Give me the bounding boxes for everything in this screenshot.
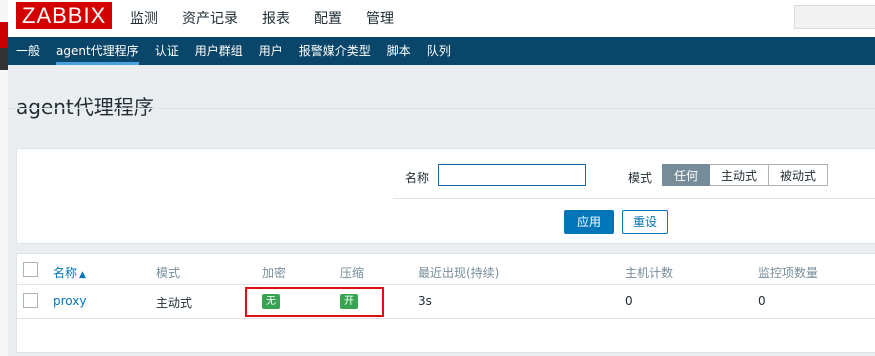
filter-panel: 名称 模式 任何 主动式 被动式 应用 重设: [16, 148, 875, 244]
reset-button[interactable]: 重设: [622, 210, 669, 234]
menu-monitoring[interactable]: 监测: [130, 6, 158, 28]
agent-item-count: 0: [758, 294, 766, 308]
submenu-user-groups[interactable]: 用户群组: [195, 37, 243, 65]
sub-menu: 一般 agent代理程序 认证 用户群组 用户 报警媒介类型 脚本 队列: [8, 37, 875, 65]
submenu-general[interactable]: 一般: [16, 37, 40, 65]
header-name-label: 名称: [53, 266, 78, 280]
left-edge-red-block: [0, 22, 8, 48]
header-name[interactable]: 名称 ▲: [53, 264, 86, 281]
mode-option-active[interactable]: 主动式: [710, 164, 770, 186]
filter-divider: [393, 198, 875, 199]
mode-option-passive[interactable]: 被动式: [769, 164, 829, 186]
agents-table: 名称 ▲ 模式 加密 压缩 最近出现(持续) 主机计数 监控项数量 proxy 主…: [16, 253, 875, 353]
agent-mode: 主动式: [156, 296, 193, 310]
submenu-agents[interactable]: agent代理程序: [56, 37, 139, 65]
apply-button[interactable]: 应用: [564, 210, 615, 234]
filter-name-label: 名称: [405, 171, 430, 185]
filter-name-input[interactable]: [438, 164, 586, 186]
left-edge-strip: [0, 0, 8, 356]
menu-administration[interactable]: 管理: [366, 6, 394, 28]
row-checkbox[interactable]: [23, 293, 38, 308]
header-host-count: 主机计数: [625, 266, 674, 280]
left-edge-dark-block: [0, 48, 8, 70]
main-menu: 监测 资产记录 报表 配置 管理: [130, 0, 418, 34]
filter-mode-label: 模式: [628, 171, 653, 185]
top-header: ZABBIX 监测 资产记录 报表 配置 管理: [8, 0, 875, 38]
search-input[interactable]: [794, 5, 875, 29]
row-divider: [17, 318, 875, 319]
annotation-highlight-box: [245, 287, 384, 317]
header-divider: [17, 284, 875, 285]
header-encryption: 加密: [262, 266, 287, 280]
submenu-queue[interactable]: 队列: [427, 37, 451, 65]
menu-inventory[interactable]: 资产记录: [182, 6, 238, 28]
agent-host-count: 0: [625, 294, 633, 308]
submenu-media-types[interactable]: 报警媒介类型: [299, 37, 371, 65]
sort-ascending-icon: ▲: [79, 270, 86, 280]
zabbix-logo[interactable]: ZABBIX: [16, 2, 113, 29]
header-mode: 模式: [156, 266, 181, 280]
mode-option-any[interactable]: 任何: [662, 164, 711, 186]
submenu-authentication[interactable]: 认证: [155, 37, 179, 65]
menu-configuration[interactable]: 配置: [314, 6, 342, 28]
title-divider: [8, 108, 875, 109]
header-compression: 压缩: [340, 266, 365, 280]
menu-reports[interactable]: 报表: [262, 6, 290, 28]
select-all-checkbox[interactable]: [23, 262, 38, 277]
sub-menu-bar: 一般 agent代理程序 认证 用户群组 用户 报警媒介类型 脚本 队列: [8, 37, 875, 65]
agent-name-link[interactable]: proxy: [53, 294, 86, 308]
submenu-users[interactable]: 用户: [259, 37, 283, 65]
agent-last-seen: 3s: [418, 294, 432, 308]
header-last-seen: 最近出现(持续): [418, 266, 500, 280]
page-title: agent代理程序: [16, 95, 154, 120]
filter-mode-segmented-control: 任何 主动式 被动式: [662, 164, 829, 186]
submenu-scripts[interactable]: 脚本: [387, 37, 411, 65]
header-item-count: 监控项数量: [758, 266, 819, 280]
